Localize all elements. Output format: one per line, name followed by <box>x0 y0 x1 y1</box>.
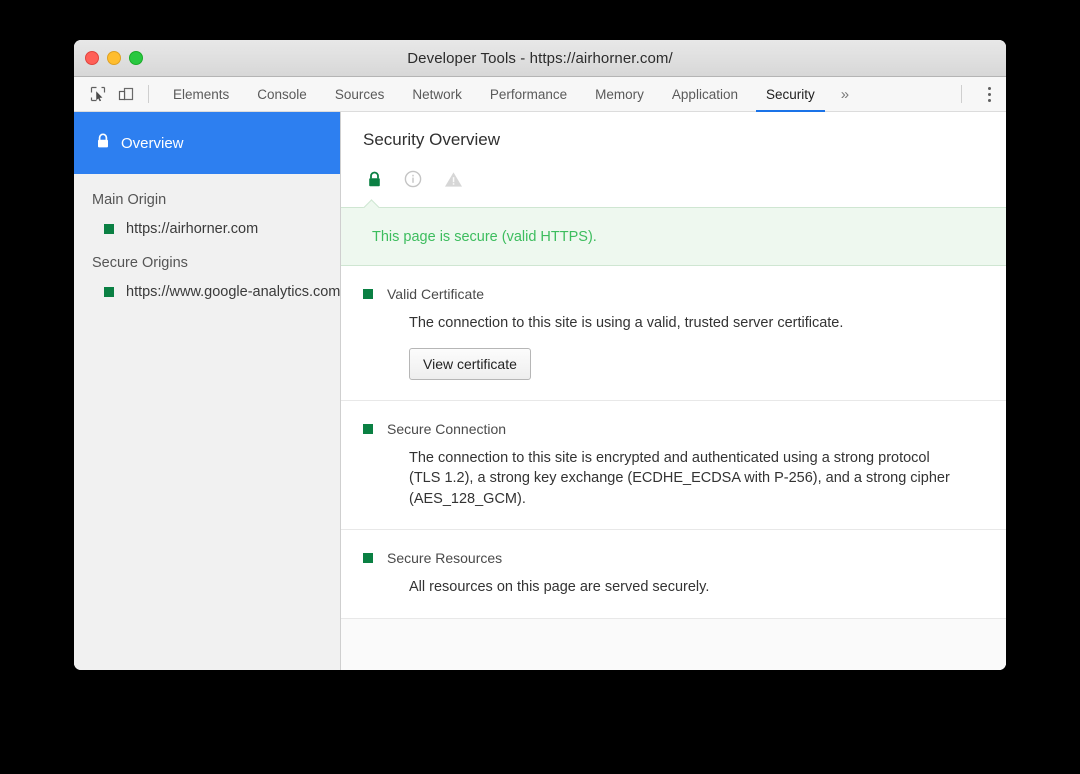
devtools-window: Developer Tools - https://airhorner.com/… <box>74 40 1006 670</box>
sidebar-item-overview[interactable]: Overview <box>74 112 340 174</box>
tab-elements[interactable]: Elements <box>159 77 243 111</box>
section-title: Secure Resources <box>387 550 502 566</box>
section-secure-connection: Secure Connection The connection to this… <box>341 401 1006 531</box>
tab-memory[interactable]: Memory <box>581 77 658 111</box>
device-toolbar-icon[interactable] <box>112 76 140 111</box>
sidebar-origin-item[interactable]: https://airhorner.com <box>74 208 340 237</box>
section-title: Valid Certificate <box>387 286 484 302</box>
menu-divider <box>961 85 962 103</box>
devtools-tab-bar: Elements Console Sources Network Perform… <box>74 77 1006 112</box>
traffic-lights <box>85 40 143 76</box>
section-body: The connection to this site is encrypted… <box>363 437 954 510</box>
summary-icon-row <box>341 150 1006 194</box>
origin-url: https://airhorner.com <box>126 221 258 237</box>
section-header: Secure Resources <box>363 550 984 566</box>
toolbar-divider <box>148 85 149 103</box>
security-status-banner: This page is secure (valid HTTPS). <box>341 207 1006 266</box>
tab-network[interactable]: Network <box>398 77 476 111</box>
section-secure-resources: Secure Resources All resources on this p… <box>341 530 1006 619</box>
security-overview-panel: Security Overview <box>341 112 1006 670</box>
banner-text: This page is secure (valid HTTPS). <box>341 229 597 245</box>
menu-dot <box>988 99 991 102</box>
info-circle-icon[interactable] <box>404 170 422 188</box>
more-vertical-icon[interactable] <box>972 77 1006 111</box>
zoom-button[interactable] <box>129 51 143 65</box>
more-tabs-icon[interactable]: » <box>829 77 861 111</box>
tab-performance[interactable]: Performance <box>476 77 581 111</box>
title-bar: Developer Tools - https://airhorner.com/ <box>74 40 1006 77</box>
menu-dot <box>988 93 991 96</box>
secure-square-icon <box>363 553 373 563</box>
section-title: Secure Connection <box>387 421 506 437</box>
section-valid-certificate: Valid Certificate The connection to this… <box>341 266 1006 401</box>
close-button[interactable] <box>85 51 99 65</box>
secure-square-icon <box>363 424 373 434</box>
section-header: Valid Certificate <box>363 286 984 302</box>
tab-sources[interactable]: Sources <box>321 77 399 111</box>
inspect-element-icon[interactable] <box>84 76 112 111</box>
tab-list: Elements Console Sources Network Perform… <box>159 77 829 111</box>
section-body: The connection to this site is using a v… <box>363 302 954 334</box>
secure-square-icon <box>104 224 114 234</box>
origin-url: https://www.google-analytics.com <box>126 284 340 300</box>
sidebar-group-main-origin: Main Origin <box>74 174 340 208</box>
secure-square-icon <box>363 289 373 299</box>
page-title: Security Overview <box>341 112 1006 150</box>
warning-triangle-icon[interactable] <box>444 171 463 188</box>
sidebar-item-label: Overview <box>121 135 184 152</box>
tab-console[interactable]: Console <box>243 77 321 111</box>
tab-bar-right <box>953 77 1006 111</box>
tab-security[interactable]: Security <box>752 77 829 111</box>
secure-square-icon <box>104 287 114 297</box>
panel-body: Overview Main Origin https://airhorner.c… <box>74 112 1006 670</box>
lock-icon <box>96 133 110 154</box>
banner-pointer <box>363 199 380 208</box>
section-header: Secure Connection <box>363 421 984 437</box>
sidebar-group-secure-origins: Secure Origins <box>74 237 340 271</box>
view-certificate-button[interactable]: View certificate <box>409 348 531 380</box>
security-sidebar: Overview Main Origin https://airhorner.c… <box>74 112 341 670</box>
menu-dot <box>988 87 991 90</box>
minimize-button[interactable] <box>107 51 121 65</box>
lock-icon[interactable] <box>367 171 382 188</box>
sidebar-origin-item[interactable]: https://www.google-analytics.com <box>74 271 340 300</box>
section-body: All resources on this page are served se… <box>363 566 954 598</box>
tab-application[interactable]: Application <box>658 77 752 111</box>
window-title: Developer Tools - https://airhorner.com/ <box>74 50 1006 67</box>
panel-footer <box>341 619 1006 670</box>
